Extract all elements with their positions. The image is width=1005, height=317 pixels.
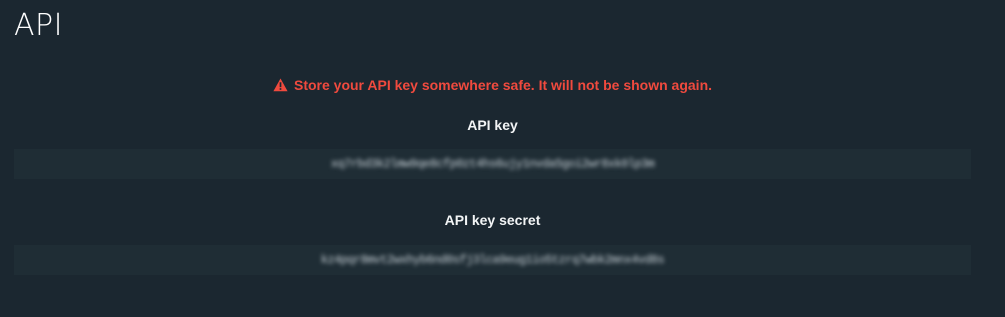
warning-message: Store your API key somewhere safe. It wi… (0, 76, 985, 94)
api-key-secret-field[interactable]: kz4pqr8mvt2wxhyb6nd0sfj3lca9eug1io5tzrq7… (14, 245, 971, 275)
warning-triangle-icon (273, 78, 288, 92)
warning-text: Store your API key somewhere safe. It wi… (293, 77, 713, 93)
api-key-secret-value[interactable]: kz4pqr8mvt2wxhyb6nd0sfj3lca9eug1io5tzrq7… (321, 253, 665, 267)
api-key-label: API key (467, 117, 518, 133)
api-key-value[interactable]: xq7rbd3k2lmw9qe8cfp0zt4hs6ujy1nvda5goi2w… (331, 157, 655, 171)
api-key-field[interactable]: xq7rbd3k2lmw9qe8cfp0zt4hs6ujy1nvda5goi2w… (14, 149, 971, 179)
api-key-secret-label: API key secret (444, 212, 541, 228)
page-title: API (14, 8, 63, 43)
